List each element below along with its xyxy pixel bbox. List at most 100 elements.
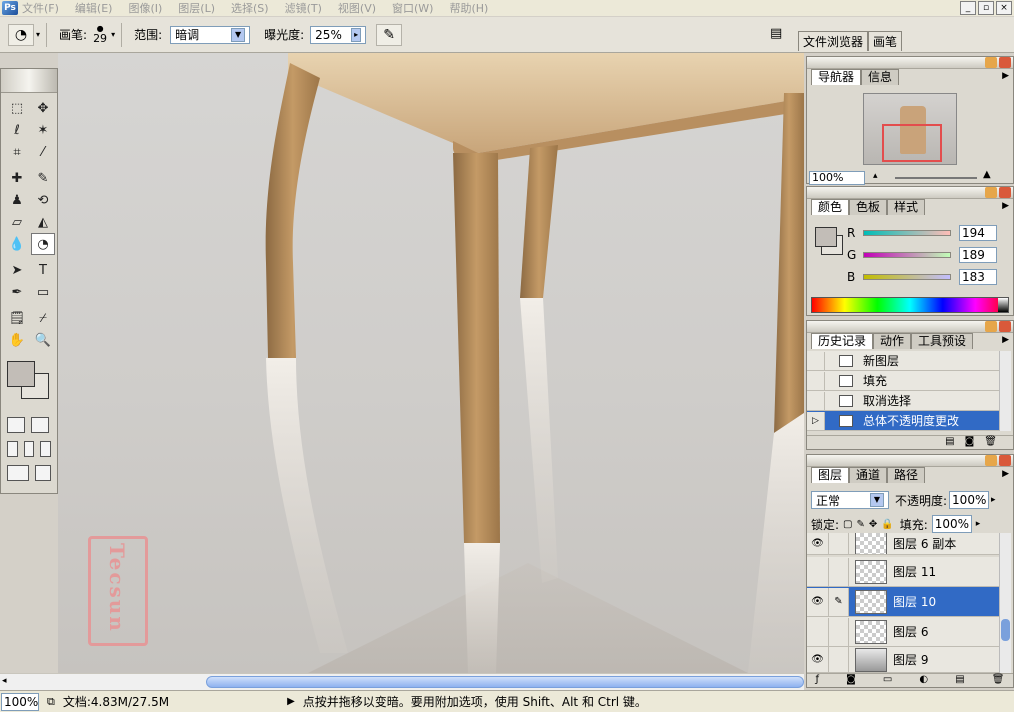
palette-menu-icon[interactable]: ▶ xyxy=(1002,201,1009,211)
tab-paths[interactable]: 路径 xyxy=(887,467,926,483)
tab-brushes[interactable]: 画笔 xyxy=(868,31,903,51)
green-input[interactable]: 189 xyxy=(959,247,997,263)
minimize-icon[interactable]: _ xyxy=(960,1,976,15)
layer-row-active[interactable]: 👁 ✎ 图层 10 xyxy=(807,587,1001,617)
tab-file-browser[interactable]: 文件浏览器 xyxy=(798,31,869,51)
menu-select[interactable]: 选择(S) xyxy=(231,0,269,16)
healing-brush-tool-icon[interactable]: ✚ xyxy=(5,167,29,189)
eraser-tool-icon[interactable]: ▱ xyxy=(5,211,29,233)
trash-icon[interactable]: 🗑 xyxy=(984,436,997,449)
color-swatches[interactable] xyxy=(5,359,53,409)
notes-tool-icon[interactable]: 🗒 xyxy=(5,307,29,329)
brush-dropdown-arrow-icon[interactable]: ▾ xyxy=(111,30,115,39)
navigator-thumbnail[interactable] xyxy=(863,93,957,165)
palette-close-icon[interactable] xyxy=(999,57,1011,68)
opacity-input[interactable]: 100% xyxy=(949,491,990,509)
doc-info-icon[interactable]: ⧉ xyxy=(47,695,55,709)
tab-navigator[interactable]: 导航器 xyxy=(811,69,862,85)
trash-icon[interactable]: 🗑 xyxy=(992,674,1005,687)
screen-mode-full-menu-icon[interactable] xyxy=(23,441,35,457)
view-box[interactable] xyxy=(882,124,942,162)
green-slider[interactable] xyxy=(863,252,951,258)
status-zoom-input[interactable]: 100% xyxy=(1,692,39,711)
menu-help[interactable]: 帮助(H) xyxy=(449,0,488,16)
crop-tool-icon[interactable]: ⌗ xyxy=(5,141,29,163)
opacity-arrow-icon[interactable]: ▸ xyxy=(991,495,996,505)
palette-minimize-icon[interactable] xyxy=(985,57,997,68)
clone-stamp-tool-icon[interactable]: ♟ xyxy=(5,189,29,211)
tab-tool-presets[interactable]: 工具预设 xyxy=(911,333,974,349)
palette-minimize-icon[interactable] xyxy=(985,455,997,466)
history-snapshot-checkbox[interactable] xyxy=(807,351,825,370)
screen-mode-standard-icon[interactable] xyxy=(7,441,18,457)
eye-icon[interactable]: 👁 xyxy=(807,647,829,672)
history-item[interactable]: 取消选择 xyxy=(807,391,1001,411)
path-selection-tool-icon[interactable]: ➤ xyxy=(5,259,29,281)
layers-scrollbar[interactable] xyxy=(999,533,1011,673)
close-icon[interactable]: × xyxy=(996,1,1012,15)
color-spectrum[interactable] xyxy=(811,297,1009,313)
foreground-color-swatch[interactable] xyxy=(815,227,837,247)
burn-tool-icon[interactable]: ◔ xyxy=(8,23,34,46)
blue-slider[interactable] xyxy=(863,274,951,280)
layer-link-slot[interactable] xyxy=(829,617,849,646)
palette-toggle-icon[interactable]: ▤ xyxy=(770,26,782,41)
layer-style-icon[interactable]: ƒ xyxy=(816,674,820,687)
history-item[interactable]: 填充 xyxy=(807,371,1001,391)
palette-minimize-icon[interactable] xyxy=(985,187,997,198)
menu-layer[interactable]: 图层(L) xyxy=(178,0,215,16)
menu-view[interactable]: 视图(V) xyxy=(338,0,376,16)
lock-transparency-icon[interactable]: ▢ xyxy=(843,519,852,530)
blue-input[interactable]: 183 xyxy=(959,269,997,285)
lock-all-icon[interactable]: 🔒 xyxy=(881,519,893,530)
palette-close-icon[interactable] xyxy=(999,455,1011,466)
quickmask-mode-icon[interactable] xyxy=(31,417,49,433)
layer-row[interactable]: 👁 图层 9 xyxy=(807,647,1001,673)
palette-menu-icon[interactable]: ▶ xyxy=(1002,469,1009,479)
history-brush-tool-icon[interactable]: ⟲ xyxy=(31,189,55,211)
adjustment-layer-icon[interactable]: ◐ xyxy=(919,674,928,687)
layer-link-slot[interactable] xyxy=(829,557,849,586)
airbrush-toggle-icon[interactable]: ✎ xyxy=(376,23,403,46)
tab-info[interactable]: 信息 xyxy=(861,69,900,85)
palette-minimize-icon[interactable] xyxy=(985,321,997,332)
navigator-zoom-slider[interactable] xyxy=(895,177,977,179)
standard-mode-icon[interactable] xyxy=(7,417,25,433)
visibility-slot[interactable] xyxy=(807,557,829,586)
scroll-left-icon[interactable]: ◂ xyxy=(2,676,7,686)
tab-layers[interactable]: 图层 xyxy=(811,467,850,483)
menu-image[interactable]: 图像(I) xyxy=(128,0,162,16)
new-set-icon[interactable]: ▭ xyxy=(883,674,892,687)
menu-edit[interactable]: 编辑(E) xyxy=(75,0,113,16)
eye-icon[interactable]: 👁 xyxy=(807,533,829,554)
scrollbar-thumb[interactable] xyxy=(206,676,804,688)
fill-arrow-icon[interactable]: ▸ xyxy=(976,519,981,529)
foreground-color-swatch[interactable] xyxy=(7,361,35,387)
history-snapshot-checkbox[interactable] xyxy=(807,371,825,390)
horizontal-scrollbar[interactable]: ◂ xyxy=(0,673,804,690)
tab-styles[interactable]: 样式 xyxy=(887,199,926,215)
move-tool-icon[interactable]: ✥ xyxy=(31,97,55,119)
eyedropper-tool-icon[interactable]: ⌿ xyxy=(31,307,55,329)
history-scrollbar[interactable] xyxy=(999,351,1011,431)
slice-tool-icon[interactable]: ⁄ xyxy=(31,141,55,163)
layer-link-slot[interactable] xyxy=(829,533,849,554)
lock-paint-icon[interactable]: ✎ xyxy=(857,519,865,530)
brush-tool-icon[interactable]: ✎ xyxy=(31,167,55,189)
palette-close-icon[interactable] xyxy=(999,321,1011,332)
magic-wand-tool-icon[interactable]: ✶ xyxy=(31,119,55,141)
tool-preset-arrow-icon[interactable]: ▾ xyxy=(36,30,40,39)
marquee-tool-icon[interactable]: ⬚ xyxy=(5,97,29,119)
zoom-tool-icon[interactable]: 🔍 xyxy=(31,329,55,351)
restore-icon[interactable]: ▫ xyxy=(978,1,994,15)
pen-tool-icon[interactable]: ✒ xyxy=(5,281,29,303)
new-document-icon[interactable]: ▤ xyxy=(945,436,954,449)
blur-tool-icon[interactable]: 💧 xyxy=(5,233,29,255)
tab-actions[interactable]: 动作 xyxy=(873,333,912,349)
menu-window[interactable]: 窗口(W) xyxy=(392,0,433,16)
layer-row[interactable]: 👁 图层 6 副本 xyxy=(807,533,1001,555)
paintbrush-icon[interactable]: ✎ xyxy=(829,587,849,616)
red-input[interactable]: 194 xyxy=(959,225,997,241)
layer-mask-icon[interactable]: ◙ xyxy=(846,674,856,687)
range-select[interactable]: 暗调 ▼ xyxy=(170,25,251,44)
